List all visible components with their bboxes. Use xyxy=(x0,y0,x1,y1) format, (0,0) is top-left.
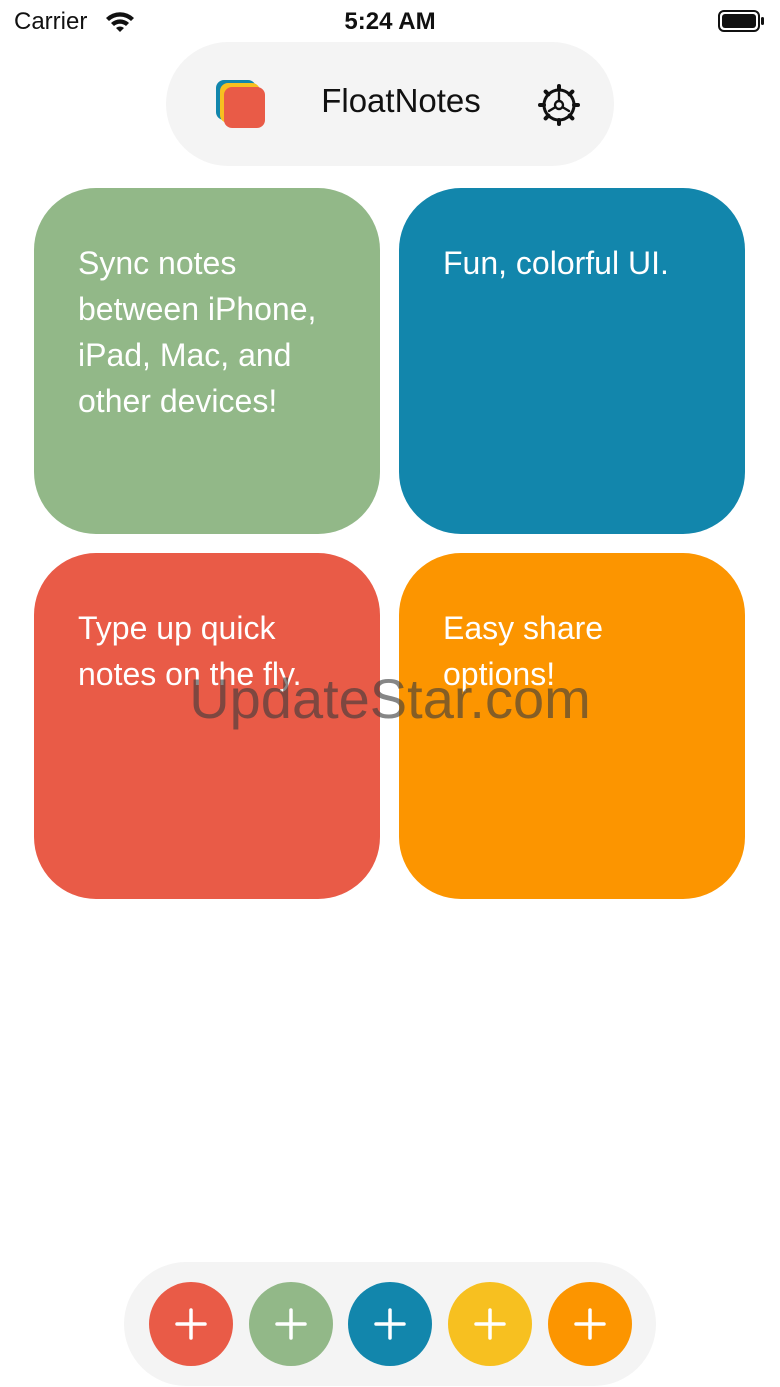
note-card[interactable]: Fun, colorful UI. xyxy=(399,188,745,534)
plus-icon xyxy=(474,1308,506,1340)
plus-icon xyxy=(175,1308,207,1340)
add-blue-note-button[interactable] xyxy=(348,1282,432,1366)
app-header: FloatNotes xyxy=(166,42,614,166)
note-text: Type up quick notes on the fly. xyxy=(78,610,302,692)
gear-icon[interactable] xyxy=(538,84,580,126)
plus-icon xyxy=(374,1308,406,1340)
note-text: Sync notes between iPhone, iPad, Mac, an… xyxy=(78,245,317,419)
add-orange-note-button[interactable] xyxy=(548,1282,632,1366)
note-card[interactable]: Type up quick notes on the fly. xyxy=(34,553,380,899)
add-yellow-note-button[interactable] xyxy=(448,1282,532,1366)
note-card[interactable]: Sync notes between iPhone, iPad, Mac, an… xyxy=(34,188,380,534)
note-text: Easy share options! xyxy=(443,610,604,692)
add-note-bar xyxy=(124,1262,656,1386)
status-bar: Carrier 5:24 AM xyxy=(0,0,780,44)
clock: 5:24 AM xyxy=(344,8,436,35)
battery-icon xyxy=(718,10,764,32)
add-green-note-button[interactable] xyxy=(249,1282,333,1366)
plus-icon xyxy=(574,1308,606,1340)
note-card[interactable]: Easy share options! xyxy=(399,553,745,899)
note-text: Fun, colorful UI. xyxy=(443,245,669,281)
stacked-notes-logo-icon xyxy=(216,80,265,128)
add-red-note-button[interactable] xyxy=(149,1282,233,1366)
app-title: FloatNotes xyxy=(321,82,481,119)
plus-icon xyxy=(275,1308,307,1340)
